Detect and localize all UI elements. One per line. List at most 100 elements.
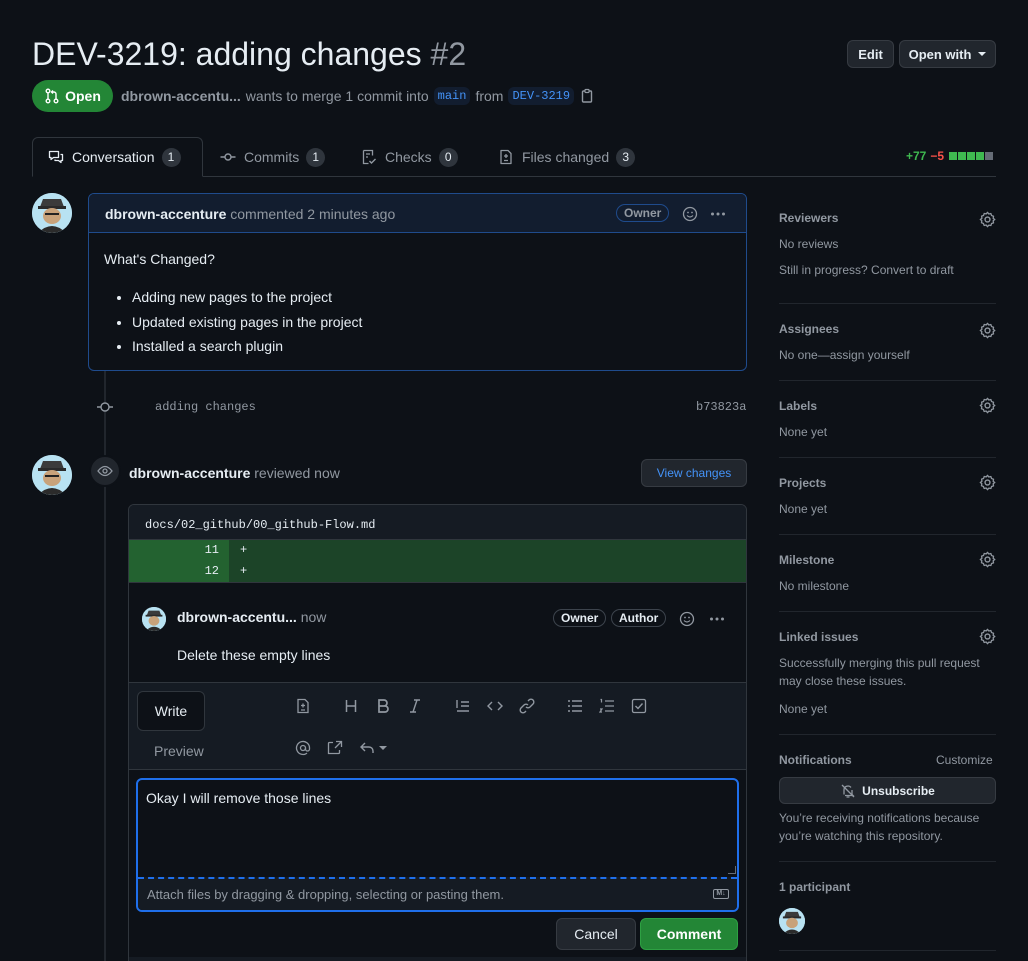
from-text: from (475, 88, 504, 104)
notifications-reason-1: You’re receiving notifications because (779, 811, 980, 825)
avatar[interactable] (142, 607, 166, 631)
assign-yourself-link[interactable]: No one—assign yourself (779, 348, 910, 362)
state-badge-open: Open (32, 80, 113, 112)
smiley-icon[interactable] (682, 206, 698, 222)
open-with-label: Open with (908, 46, 972, 62)
merge-text: wants to merge 1 commit into (245, 88, 429, 104)
diff-line-number[interactable]: 12 (129, 561, 229, 582)
divider (779, 861, 996, 862)
copy-icon[interactable] (579, 88, 595, 104)
gear-icon[interactable] (979, 551, 996, 568)
diff-line: 11 + (129, 540, 746, 561)
comment-list: Adding new pages to the project Updated … (104, 285, 730, 359)
diffstat-blocks (949, 152, 994, 160)
tab-conversation[interactable]: Conversation 1 (48, 137, 181, 177)
kebab-horizontal-icon[interactable] (709, 611, 725, 627)
attach-bar[interactable]: Attach files by dragging & dropping, sel… (138, 877, 737, 910)
pr-title: DEV-3219: adding changes #2 (32, 34, 466, 74)
comment-author[interactable]: dbrown-accenture (105, 206, 226, 222)
base-branch[interactable]: main (433, 87, 471, 105)
gear-icon[interactable] (979, 211, 996, 228)
gear-icon[interactable] (979, 322, 996, 339)
ordered-list-icon[interactable] (599, 698, 615, 714)
divider (779, 611, 996, 612)
mention-icon[interactable] (295, 740, 311, 756)
tab-commits[interactable]: Commits 1 (220, 137, 326, 177)
kebab-horizontal-icon[interactable] (710, 206, 726, 222)
reply-textarea[interactable]: Okay I will remove those lines (146, 790, 331, 806)
chevron-down-icon[interactable] (379, 746, 387, 750)
avatar[interactable] (32, 455, 72, 495)
thread-comment-body: Delete these empty lines (177, 647, 331, 663)
tab-checks-label: Checks (385, 149, 432, 165)
commit-sha[interactable]: b73823a (696, 400, 746, 414)
tab-preview[interactable]: Preview (154, 743, 204, 759)
comment-discussion-icon (48, 150, 64, 164)
tab-files-changed[interactable]: Files changed 3 (498, 137, 636, 177)
bold-icon[interactable] (375, 698, 391, 714)
labels-title[interactable]: Labels (779, 399, 817, 413)
thread-comment-time[interactable]: now (301, 609, 327, 625)
customize-link[interactable]: Customize (936, 753, 993, 767)
comment-button[interactable]: Comment (640, 918, 738, 950)
open-with-button[interactable]: Open with (899, 40, 996, 68)
caret-down-icon (978, 52, 987, 56)
tab-preview-label: Preview (154, 743, 204, 759)
diff-line-text: + (240, 543, 248, 557)
editor-toolbar (129, 683, 746, 770)
comment-header: dbrown-accenture commented 2 minutes ago… (89, 194, 746, 233)
heading-icon[interactable] (343, 698, 359, 714)
projects-title[interactable]: Projects (779, 476, 826, 490)
unsubscribe-button[interactable]: Unsubscribe (779, 777, 996, 804)
participant-avatar[interactable] (779, 908, 805, 934)
gear-icon[interactable] (979, 628, 996, 645)
reply-icon[interactable] (359, 740, 375, 756)
italic-icon[interactable] (407, 698, 423, 714)
linked-issues-title[interactable]: Linked issues (779, 630, 858, 644)
link-icon[interactable] (519, 698, 535, 714)
thread-comment-meta: dbrown-accentu... now (177, 609, 326, 625)
review-eye-badge (89, 455, 121, 487)
pr-author-link[interactable]: dbrown-accentu... (121, 88, 241, 104)
gear-icon[interactable] (979, 474, 996, 491)
cross-reference-icon[interactable] (327, 740, 343, 756)
cancel-button[interactable]: Cancel (556, 918, 636, 950)
commit-message[interactable]: adding changes (155, 400, 256, 414)
convert-to-draft-link[interactable]: Still in progress? Convert to draft (779, 263, 954, 277)
tasklist-icon[interactable] (631, 698, 647, 714)
quote-icon[interactable] (455, 698, 471, 714)
milestone-title[interactable]: Milestone (779, 553, 834, 567)
smiley-icon[interactable] (679, 611, 695, 627)
diff-line-text: + (240, 564, 248, 578)
reviewers-title[interactable]: Reviewers (779, 211, 838, 225)
bell-slash-icon (841, 784, 855, 798)
head-branch[interactable]: DEV-3219 (508, 87, 575, 105)
tab-conversation-label: Conversation (72, 149, 155, 165)
checklist-icon (362, 149, 376, 165)
unordered-list-icon[interactable] (567, 698, 583, 714)
diff-line: 12 + (129, 561, 746, 582)
projects-value: None yet (779, 502, 828, 516)
comment-textarea-wrap: Okay I will remove those lines Attach fi… (136, 778, 739, 912)
review-author[interactable]: dbrown-accenture (129, 465, 250, 481)
participants-title: 1 participant (779, 880, 851, 894)
commit-icon (220, 153, 236, 161)
tab-files-changed-count: 3 (616, 147, 636, 167)
edit-button[interactable]: Edit (847, 40, 894, 68)
view-changes-button[interactable]: View changes (641, 459, 747, 487)
thread-comment-author[interactable]: dbrown-accentu... (177, 609, 297, 625)
divider (779, 303, 996, 304)
avatar[interactable] (32, 193, 72, 233)
diff-line-number[interactable]: 11 (129, 540, 229, 561)
gear-icon[interactable] (979, 397, 996, 414)
tab-write[interactable]: Write (137, 691, 205, 731)
resize-handle-icon[interactable] (728, 866, 736, 874)
tab-checks[interactable]: Checks 0 (361, 137, 458, 177)
comment-time[interactable]: 2 minutes ago (307, 206, 395, 222)
owner-badge: Owner (553, 609, 607, 627)
assignees-title[interactable]: Assignees (779, 322, 839, 336)
code-icon[interactable] (487, 698, 503, 714)
file-path[interactable]: docs/02_github/00_github-Flow.md (145, 518, 375, 532)
notifications-title: Notifications (779, 753, 852, 767)
file-add-icon[interactable] (295, 698, 311, 714)
